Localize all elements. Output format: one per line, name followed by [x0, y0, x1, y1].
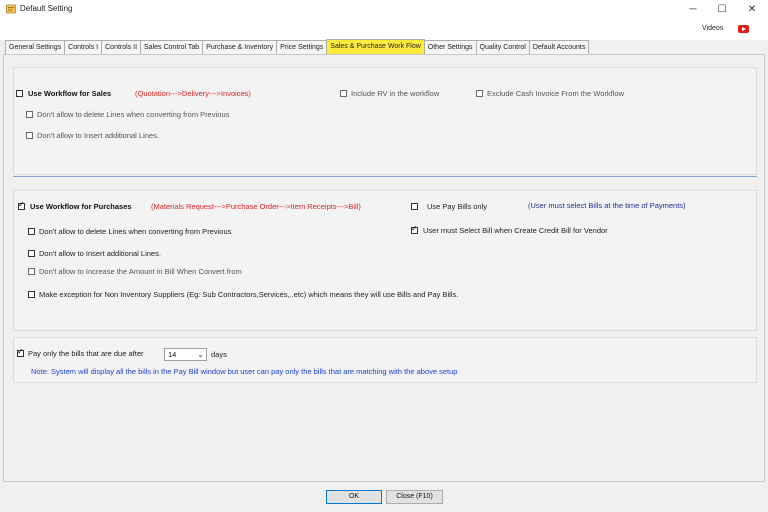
videos-link[interactable]: Videos — [702, 25, 723, 32]
sales-no-insert-lines-checkbox[interactable] — [26, 132, 33, 139]
include-rv-checkbox[interactable] — [340, 90, 347, 97]
purchase-no-delete-lines-label: Don't allow to delete Lines when convert… — [39, 227, 232, 236]
due-days-select[interactable]: 14 ⌄ — [164, 348, 207, 361]
ok-button[interactable]: OK — [326, 490, 382, 504]
days-unit-label: days — [211, 350, 227, 359]
pay-bills-due-after-label: Pay only the bills that are due after — [28, 349, 144, 358]
tab-other-settings[interactable]: Other Settings — [423, 40, 477, 54]
sales-no-delete-lines-label: Don't allow to delete Lines when convert… — [37, 110, 230, 119]
non-inventory-exception-label: Make exception for Non Inventory Supplie… — [39, 290, 459, 299]
sales-workflow-group — [13, 67, 757, 175]
purchase-no-delete-lines-checkbox[interactable] — [28, 228, 35, 235]
youtube-icon[interactable] — [738, 25, 749, 33]
close-window-button[interactable]: ✕ — [735, 0, 768, 18]
tab-general-settings[interactable]: General Settings — [5, 40, 66, 54]
must-select-bill-checkbox[interactable] — [411, 224, 418, 234]
tab-controls-ii[interactable]: Controls II — [101, 40, 142, 54]
window-title: Default Setting — [20, 4, 73, 13]
use-workflow-purchases-label: Use Workflow for Purchases — [30, 202, 132, 211]
purchase-workflow-group — [13, 190, 757, 331]
section-divider — [13, 176, 757, 177]
tab-quality-control[interactable]: Quality Control — [475, 40, 530, 54]
use-pay-bills-checkbox[interactable] — [411, 203, 418, 210]
non-inventory-exception-checkbox[interactable] — [28, 291, 35, 298]
maximize-button[interactable]: ☐ — [705, 0, 739, 18]
pay-bills-due-after-checkbox[interactable] — [17, 347, 24, 357]
close-button[interactable]: Close (F10) — [386, 490, 443, 504]
tab-purchase-inventory[interactable]: Purchase & Inventory — [202, 40, 278, 54]
pay-bills-note: Note: System will display all the bills … — [31, 367, 458, 376]
sales-no-delete-lines-checkbox[interactable] — [26, 111, 33, 118]
exclude-cash-invoice-checkbox[interactable] — [476, 90, 483, 97]
purchase-no-insert-lines-label: Don't allow to Insert additional Lines. — [39, 249, 161, 258]
use-pay-bills-label: Use Pay Bills only — [427, 202, 488, 211]
include-rv-label: Include RV in the workflow — [351, 89, 440, 98]
top-strip — [0, 18, 768, 40]
tab-price-settings[interactable]: Price Settings — [276, 40, 328, 54]
tab-controls-i[interactable]: Controls I — [64, 40, 103, 54]
sales-workflow-hint: (Quotation--->Delivery--->Invoices) — [135, 89, 251, 98]
tab-bar: General Settings Controls I Controls II … — [5, 39, 590, 54]
no-increase-amount-label: Don't allow to Increase the Amount in Bi… — [39, 267, 242, 276]
tab-sales-control[interactable]: Sales Control Tab — [140, 40, 204, 54]
use-workflow-sales-checkbox[interactable] — [16, 90, 23, 97]
sales-no-insert-lines-label: Don't allow to Insert additional Lines. — [37, 131, 159, 140]
use-workflow-sales-label: Use Workflow for Sales — [28, 89, 112, 98]
title-bar — [0, 0, 768, 18]
pay-bills-group — [13, 337, 757, 383]
exclude-cash-invoice-label: Exclude Cash Invoice From the Workflow — [487, 89, 624, 98]
use-workflow-purchases-checkbox[interactable] — [18, 200, 25, 210]
pay-bills-hint: (User must select Bills at the time of P… — [528, 201, 686, 210]
purchase-workflow-hint: (Materials Request--->Purchase Order--->… — [151, 202, 361, 211]
chevron-down-icon: ⌄ — [197, 350, 204, 359]
tab-default-accounts[interactable]: Default Accounts — [528, 40, 590, 54]
due-days-value: 14 — [168, 350, 177, 359]
no-increase-amount-checkbox[interactable] — [28, 268, 35, 275]
purchase-no-insert-lines-checkbox[interactable] — [28, 250, 35, 257]
must-select-bill-label: User must Select Bill when Create Credit… — [423, 226, 608, 235]
app-icon — [6, 4, 16, 14]
tab-sales-purchase-work-flow[interactable]: Sales & Purchase Work Flow — [326, 39, 425, 54]
